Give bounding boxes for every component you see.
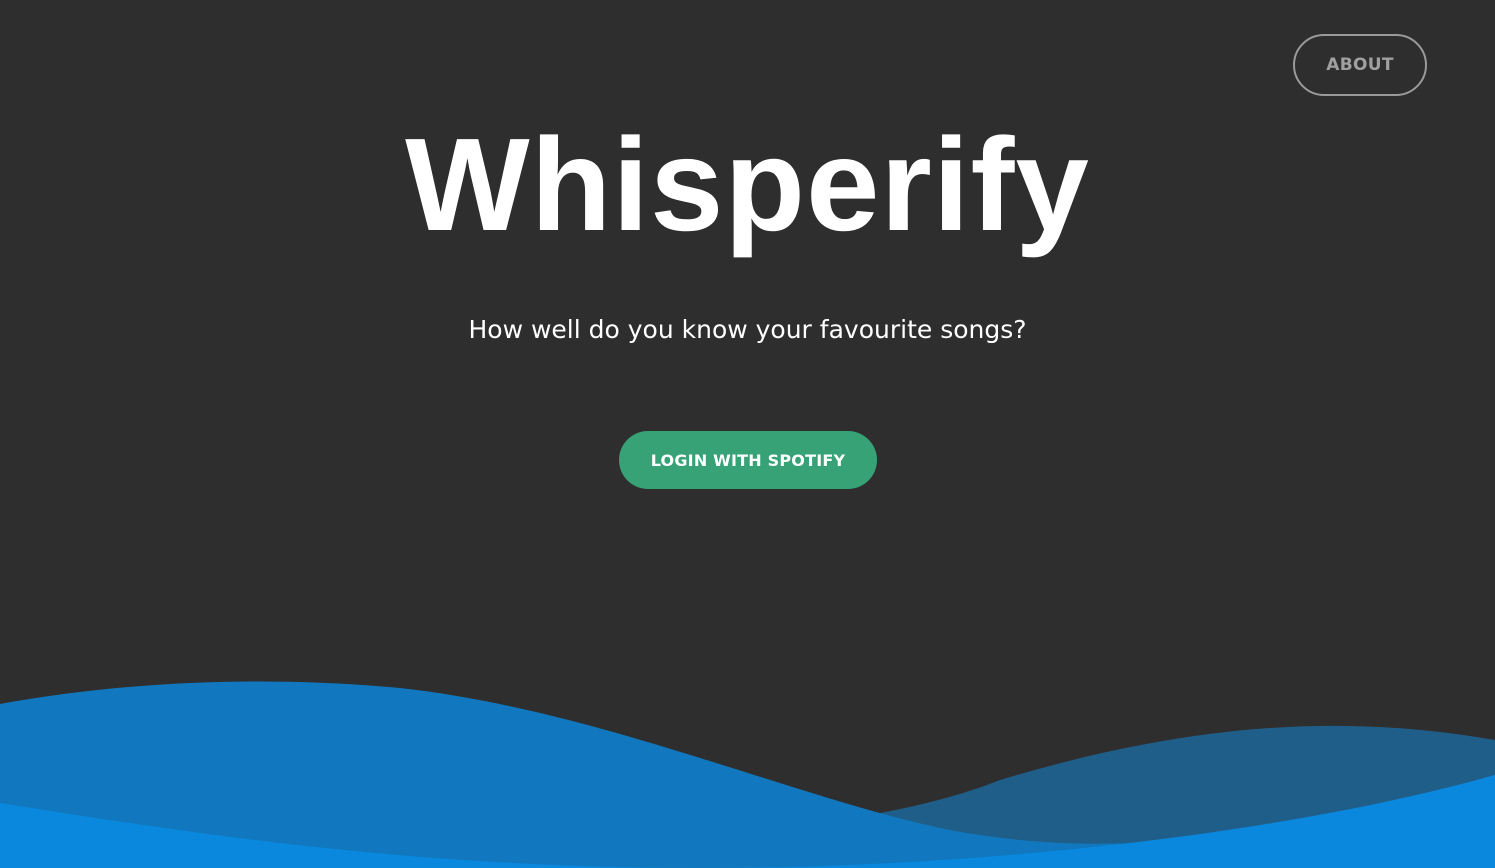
wave-decoration <box>0 681 1495 868</box>
landing-page: ABOUT Whisperify How well do you know yo… <box>0 0 1495 868</box>
app-title: Whisperify <box>405 111 1090 258</box>
about-button[interactable]: ABOUT <box>1293 34 1427 96</box>
login-with-spotify-button[interactable]: LOGIN WITH SPOTIFY <box>619 431 877 489</box>
tagline: How well do you know your favourite song… <box>468 315 1027 344</box>
